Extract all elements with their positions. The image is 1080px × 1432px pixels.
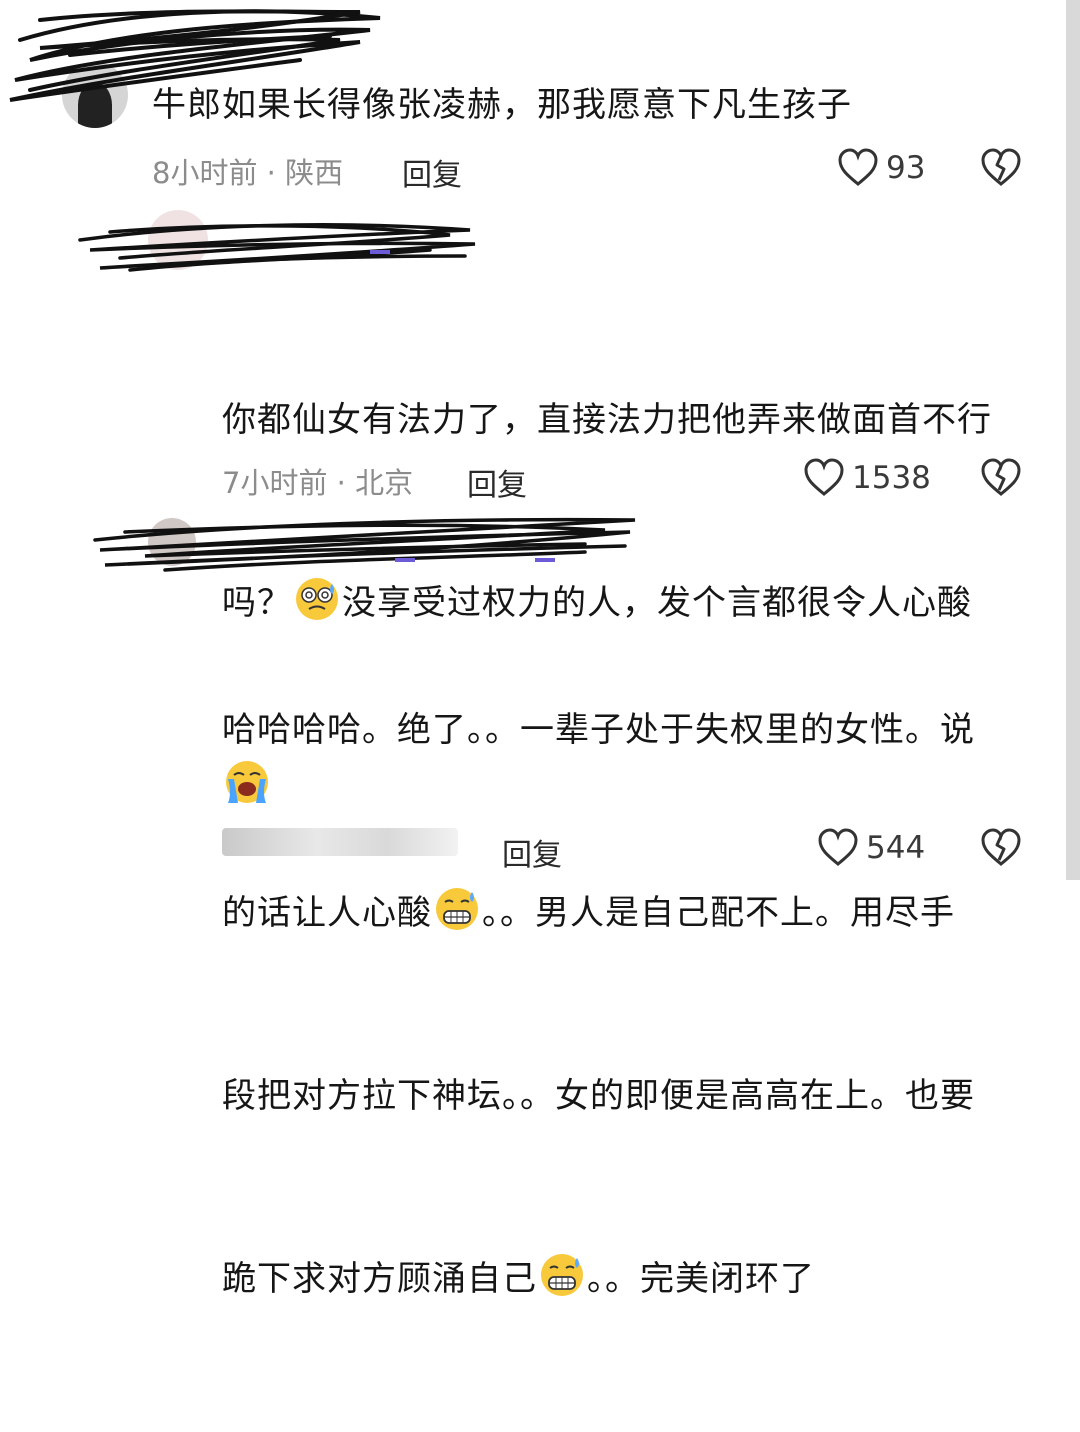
redaction-scribble [93, 517, 636, 572]
text-line: 跪下求对方顾涌自己 。。完美闭环了 [222, 1249, 1042, 1310]
comment-meta: 7小时前 · 北京 [222, 466, 414, 500]
like-count: 93 [886, 150, 926, 186]
reply-button[interactable]: 回复 [402, 150, 462, 194]
comment-meta: 8小时前 · 陕西 [152, 156, 344, 190]
broken-heart-icon[interactable] [980, 457, 1022, 497]
comment-1: 牛郎如果长得像张凌赫，那我愿意下凡生孩子 8小时前 · 陕西 回复 93 [0, 0, 1066, 200]
blurred-meta [222, 828, 458, 856]
comment-text: 牛郎如果长得像张凌赫，那我愿意下凡生孩子 [152, 85, 852, 125]
broken-heart-icon[interactable] [980, 147, 1022, 187]
reply-button[interactable]: 回复 [502, 830, 562, 874]
comment-text: 哈哈哈哈。绝了。。一辈子处于失权里的女性。说 的话让人心酸 。。男人是自己配不上。… [222, 578, 1042, 1432]
like-count: 544 [866, 830, 926, 866]
like-count: 1538 [852, 460, 931, 496]
grimacing-sweat-face-emoji [436, 888, 478, 930]
screen-edge [1066, 0, 1080, 880]
comment-3: 哈哈哈哈。绝了。。一辈子处于失权里的女性。说 的话让人心酸 。。男人是自己配不上。… [0, 510, 1066, 1299]
text-line: 的话让人心酸 。。男人是自己配不上。用尽手 [222, 883, 1042, 944]
broken-heart-icon[interactable] [980, 827, 1022, 867]
reply-button[interactable]: 回复 [467, 460, 527, 504]
text-line: 段把对方拉下神坛。。女的即便是高高在上。也要 [222, 1076, 975, 1116]
heart-outline-icon[interactable] [817, 827, 859, 867]
text-line: 你都仙女有法力了，直接法力把他弄来做面首不行 [222, 400, 992, 440]
heart-outline-icon[interactable] [837, 147, 879, 187]
grimacing-sweat-face-emoji [541, 1254, 583, 1296]
text-line: 哈哈哈哈。绝了。。一辈子处于失权里的女性。说 [222, 710, 975, 750]
heart-outline-icon[interactable] [803, 457, 845, 497]
comment-2: 你都仙女有法力了，直接法力把他弄来做面首不行 吗？ 没享受过权力的人，发个言都很令… [0, 200, 1066, 803]
